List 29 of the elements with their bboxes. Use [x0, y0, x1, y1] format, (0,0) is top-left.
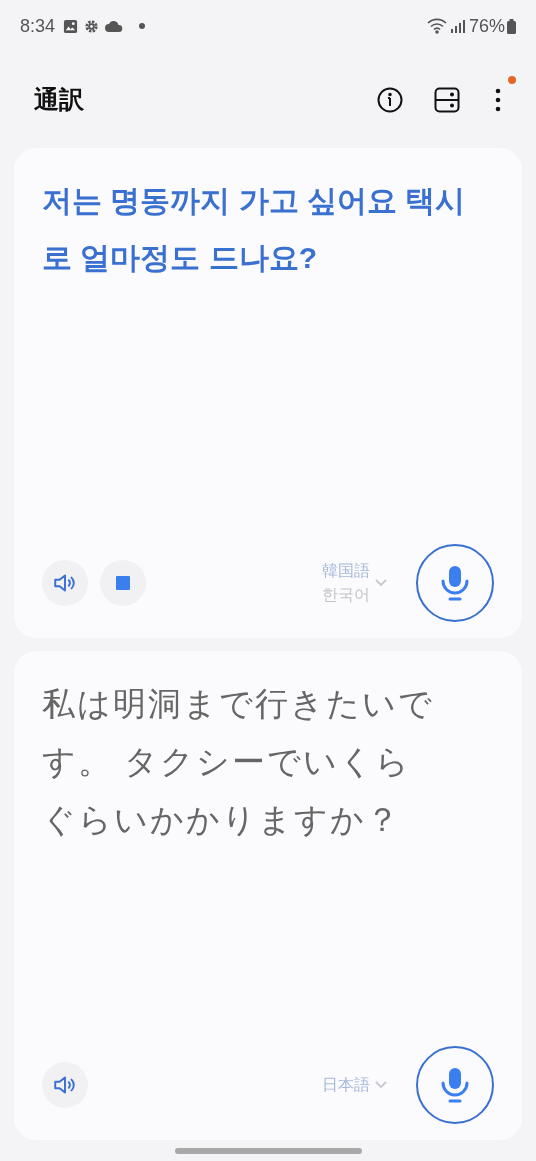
battery-percentage: 76% [468, 14, 505, 38]
chevron-down-icon [374, 1080, 388, 1090]
microphone-button[interactable] [416, 1046, 494, 1124]
stop-button[interactable] [100, 559, 146, 606]
stop-icon [116, 575, 130, 590]
info-button[interactable] [376, 86, 404, 114]
language-selector[interactable]: 日本語 [322, 1073, 388, 1097]
app-title: 通訳 [34, 84, 85, 116]
more-icon [495, 88, 501, 112]
gear-icon [84, 18, 100, 34]
speaker-button[interactable] [42, 1062, 88, 1108]
info-icon [377, 87, 403, 113]
language-label: 日本語 [322, 1075, 370, 1095]
battery-icon [507, 18, 516, 34]
wifi-icon [426, 18, 447, 34]
chevron-down-icon [374, 577, 388, 588]
image-icon [63, 18, 79, 34]
translation-text: 私は明洞まで行きたいです。 タクシーでいくらぐらいかかりますか？ [42, 683, 435, 840]
language-label: 韓国語 [322, 560, 370, 581]
microphone-icon [439, 563, 471, 602]
layout-button[interactable] [433, 86, 461, 114]
signal-icon [450, 19, 465, 33]
microphone-icon [439, 1066, 471, 1104]
split-view-icon [434, 87, 460, 113]
microphone-button[interactable] [416, 543, 494, 622]
speaker-button[interactable] [42, 559, 88, 606]
translation-text: 저는 명동까지 가고 싶어요 택시로 얼마정도 드나요? [42, 183, 467, 276]
status-time: 8:34 [20, 14, 56, 38]
cloud-icon [105, 20, 124, 32]
